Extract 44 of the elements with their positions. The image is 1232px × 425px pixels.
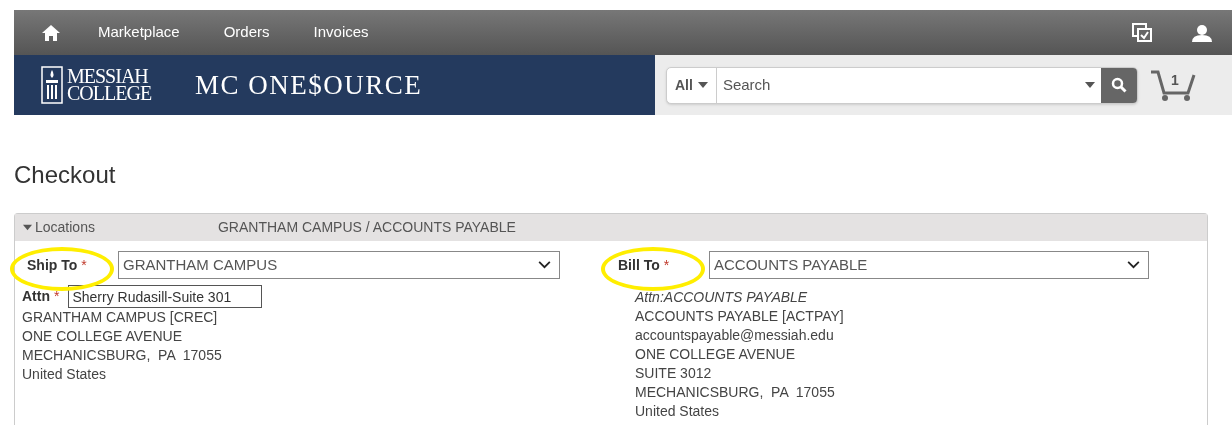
site-name: MC ONE$OURCE — [195, 68, 423, 102]
address-line: United States — [635, 402, 721, 421]
address-line: MECHANICSBURG, PA 17055 — [22, 346, 223, 365]
logo-text: COLLEGE — [67, 85, 152, 102]
select-field[interactable]: ACCOUNTS PAYABLE — [709, 251, 1149, 279]
location-summary: GRANTHAM CAMPUS / ACCOUNTS PAYABLE — [217, 218, 516, 237]
search-field[interactable]: Search — [722, 73, 1085, 97]
chevron-down-icon — [538, 261, 551, 269]
address-line: accountspayable@messiah.edu — [635, 326, 835, 345]
attn-line: Attn:ACCOUNTS PAYABLE — [635, 288, 809, 307]
logo-text: MESSIAH — [67, 68, 148, 85]
select-field[interactable]: GRANTHAM CAMPUS — [118, 251, 560, 279]
user-icon[interactable] — [1192, 23, 1212, 42]
address-line: United States — [22, 365, 108, 384]
caret-icon — [697, 82, 708, 88]
required-mark: * — [81, 255, 87, 275]
chevron-down-icon — [1127, 261, 1140, 269]
search-icon — [1111, 77, 1127, 93]
scope-dropdown[interactable]: All — [667, 67, 717, 103]
cart-count: 1 — [1171, 71, 1179, 90]
nav-link[interactable]: Marketplace — [98, 21, 180, 44]
address-line: ONE COLLEGE AVENUE — [635, 345, 796, 364]
address-line: GRANTHAM CAMPUS [CREC] — [22, 308, 219, 327]
section-toggle[interactable]: Locations — [23, 217, 95, 238]
home-icon[interactable] — [41, 23, 61, 42]
cart-button[interactable]: 1 — [1150, 67, 1196, 103]
address-line: ONE COLLEGE AVENUE — [22, 327, 183, 346]
field-label: Attn — [22, 287, 50, 306]
caret-icon — [1085, 82, 1095, 88]
nav-link[interactable]: Invoices — [313, 21, 369, 44]
address-line: MECHANICSBURG, PA 17055 — [635, 383, 836, 402]
address-line: SUITE 3012 — [635, 364, 713, 383]
nav-link[interactable]: Orders — [223, 21, 270, 44]
attn-field[interactable]: Sherry Rudasill-Suite 301 — [68, 285, 263, 308]
required-mark: * — [54, 287, 60, 306]
required-mark: * — [663, 255, 670, 275]
address-line: ACCOUNTS PAYABLE [ACTPAY] — [635, 307, 845, 326]
search-box[interactable]: Search — [716, 67, 1101, 103]
page-title: Checkout — [14, 160, 117, 190]
search-button[interactable] — [1101, 67, 1137, 103]
field-label: Bill To — [618, 255, 660, 275]
logo-icon — [41, 66, 63, 104]
checklist-icon[interactable] — [1132, 23, 1152, 42]
field-label: Ship To — [27, 255, 78, 275]
